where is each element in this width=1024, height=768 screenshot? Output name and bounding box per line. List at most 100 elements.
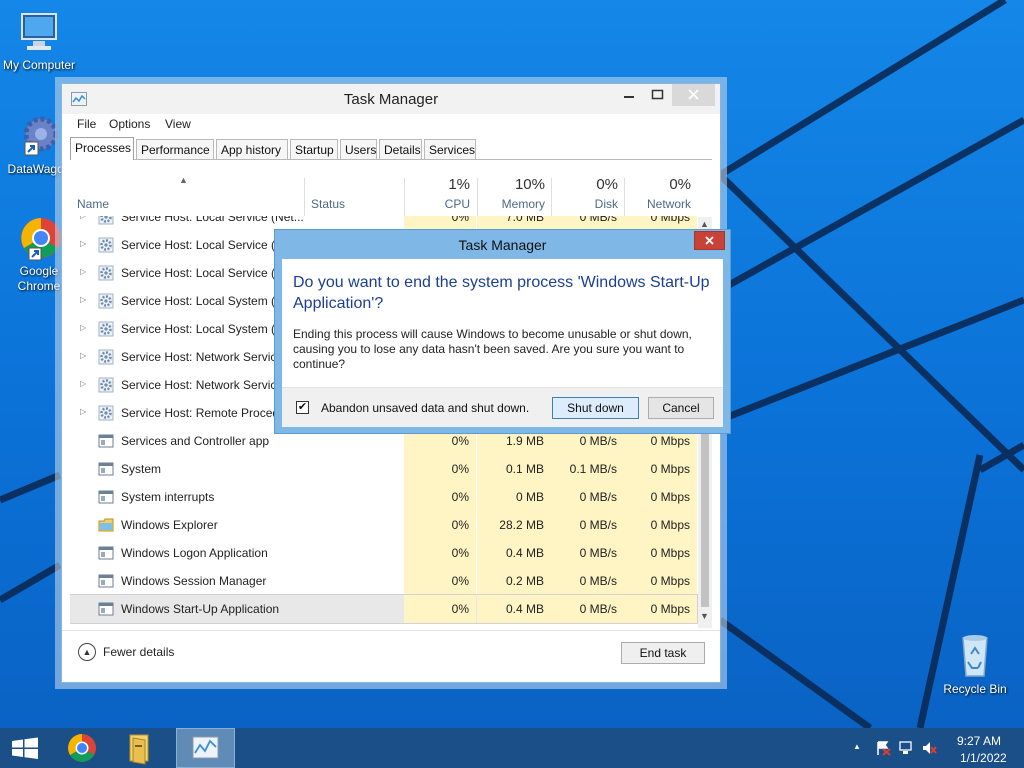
shut-down-button[interactable]: Shut down <box>552 397 639 419</box>
folder-icon <box>129 734 149 765</box>
dialog-title-bar[interactable]: Task Manager <box>275 230 730 258</box>
desktop-icon-my-computer[interactable]: My Computer <box>0 8 78 73</box>
process-row[interactable]: Windows Logon Application 0% 0.4 MB 0 MB/s 0… <box>70 539 697 567</box>
process-row[interactable]: Windows Session Manager 0% 0.2 MB 0 MB/s 0 M… <box>70 567 697 595</box>
process-disk-value: 0.1 MB/s <box>569 462 617 476</box>
process-cpu-value: 0% <box>451 546 469 560</box>
close-icon <box>688 89 699 100</box>
dialog-close-button[interactable] <box>694 231 725 250</box>
minimize-button[interactable] <box>615 84 643 106</box>
desktop-icon-recycle-bin[interactable]: Recycle Bin <box>936 632 1014 697</box>
expand-arrow-icon[interactable]: ▷ <box>80 267 86 276</box>
menu-view[interactable]: View <box>165 117 191 131</box>
app-window-icon <box>98 490 114 504</box>
process-disk-value: 0 MB/s <box>579 574 617 588</box>
show-hidden-icons-chevron-icon[interactable]: ▲ <box>853 742 861 751</box>
process-name: Services and Controller app <box>121 434 270 448</box>
gear-icon <box>98 293 114 309</box>
abandon-data-checkbox[interactable]: ✔ <box>296 401 309 414</box>
process-name: Service Host: Network Service <box>121 350 284 364</box>
process-name: Service Host: Local System (N <box>121 322 284 336</box>
maximize-button[interactable] <box>643 84 671 106</box>
process-row[interactable]: Windows Explorer 0% 28.2 MB 0 MB/s 0 Mbps <box>70 511 697 539</box>
column-header-memory[interactable]: 10% Memory <box>477 160 551 216</box>
windows-logo-icon <box>12 737 38 759</box>
process-row[interactable]: System 0% 0.1 MB 0.1 MB/s 0 Mbps <box>70 455 697 483</box>
tab-processes[interactable]: Processes <box>70 137 134 160</box>
tab-services[interactable]: Services <box>424 139 476 159</box>
process-row[interactable]: System interrupts 0% 0 MB 0 MB/s 0 Mbps <box>70 483 697 511</box>
dialog-message: Ending this process will cause Windows t… <box>293 327 692 371</box>
checkbox-label[interactable]: Abandon unsaved data and shut down. <box>321 401 529 415</box>
close-button[interactable] <box>672 84 715 106</box>
tab-details[interactable]: Details <box>379 139 422 159</box>
tab-performance[interactable]: Performance <box>136 139 214 159</box>
gear-icon <box>98 349 114 365</box>
expand-arrow-icon[interactable]: ▷ <box>80 295 86 304</box>
process-memory-value: 0 MB <box>515 490 544 504</box>
expand-arrow-icon[interactable]: ▷ <box>80 323 86 332</box>
process-cpu-value: 0% <box>451 462 469 476</box>
start-button[interactable] <box>0 728 52 768</box>
expand-arrow-icon[interactable]: ▷ <box>80 239 86 248</box>
menu-file[interactable]: File <box>77 117 96 131</box>
taskbar-chrome-button[interactable] <box>56 728 108 768</box>
column-header-status[interactable]: Status <box>311 197 345 211</box>
process-row[interactable]: Windows Start-Up Application 0% 0.4 MB 0 MB… <box>70 594 698 624</box>
process-memory-value: 0.1 MB <box>505 462 544 476</box>
computer-icon <box>15 8 63 56</box>
taskbar-file-explorer-button[interactable] <box>114 728 166 768</box>
column-header-name[interactable]: Name <box>77 197 109 211</box>
title-bar[interactable]: Task Manager <box>62 84 720 114</box>
process-network-value: 0 Mbps <box>650 546 690 560</box>
action-center-flag-icon[interactable] <box>875 740 891 756</box>
chrome-icon <box>68 734 96 762</box>
column-header-disk[interactable]: 0% Disk <box>551 160 624 216</box>
process-memory-value: 28.2 MB <box>499 518 544 532</box>
tab-users[interactable]: Users <box>340 139 377 159</box>
clock-date[interactable]: 1/1/2022 <box>960 751 1007 765</box>
process-network-value: 0 Mbps <box>650 602 690 616</box>
taskbar-task-manager-button[interactable] <box>176 728 235 768</box>
app-window-icon <box>98 574 114 588</box>
tab-app-history[interactable]: App history <box>216 139 288 159</box>
process-name: System interrupts <box>121 490 215 504</box>
scroll-down-arrow-icon[interactable]: ▼ <box>700 611 709 621</box>
process-name: Windows Start-Up Application <box>121 602 280 616</box>
expand-arrow-icon[interactable]: ▷ <box>80 351 86 360</box>
process-cpu-value: 0% <box>451 490 469 504</box>
app-window-icon <box>98 462 114 476</box>
process-network-value: 0 Mbps <box>650 518 690 532</box>
process-disk-value: 0 MB/s <box>579 434 617 448</box>
expand-arrow-icon[interactable]: ▷ <box>80 379 86 388</box>
network-total: 0% <box>669 176 691 193</box>
cancel-button[interactable]: Cancel <box>648 397 714 419</box>
process-network-value: 0 Mbps <box>650 574 690 588</box>
fewer-details-link[interactable]: Fewer details <box>103 645 174 659</box>
gear-icon <box>98 265 114 281</box>
footer-bar: ▲ Fewer details End task <box>62 630 720 682</box>
tab-strip: Processes Performance App history Startu… <box>70 137 720 160</box>
scroll-up-arrow-icon[interactable]: ▲ <box>700 219 709 229</box>
process-network-value: 0 Mbps <box>650 490 690 504</box>
gear-icon <box>98 321 114 337</box>
network-icon[interactable] <box>898 740 914 756</box>
column-header-network[interactable]: 0% Network <box>624 160 697 216</box>
process-name: Service Host: Local Service (N <box>121 238 284 252</box>
volume-muted-icon[interactable] <box>921 740 937 756</box>
tab-startup[interactable]: Startup <box>290 139 338 159</box>
column-header-cpu[interactable]: 1% CPU <box>404 160 476 216</box>
clock-time[interactable]: 9:27 AM <box>957 734 1001 748</box>
collapse-chevron-icon[interactable]: ▲ <box>78 643 96 661</box>
menu-options[interactable]: Options <box>109 117 150 131</box>
taskbar: ▲ 9:27 AM 1/1/2022 <box>0 728 1024 768</box>
disk-total: 0% <box>596 176 618 193</box>
menu-bar: File Options View <box>62 114 720 134</box>
process-name: Windows Logon Application <box>121 546 268 560</box>
expand-arrow-icon[interactable]: ▷ <box>80 407 86 416</box>
end-task-button[interactable]: End task <box>621 642 705 664</box>
process-name: Windows Explorer <box>121 518 218 532</box>
disk-label: Disk <box>594 197 618 211</box>
gear-icon <box>98 405 114 421</box>
process-memory-value: 1.9 MB <box>505 434 544 448</box>
